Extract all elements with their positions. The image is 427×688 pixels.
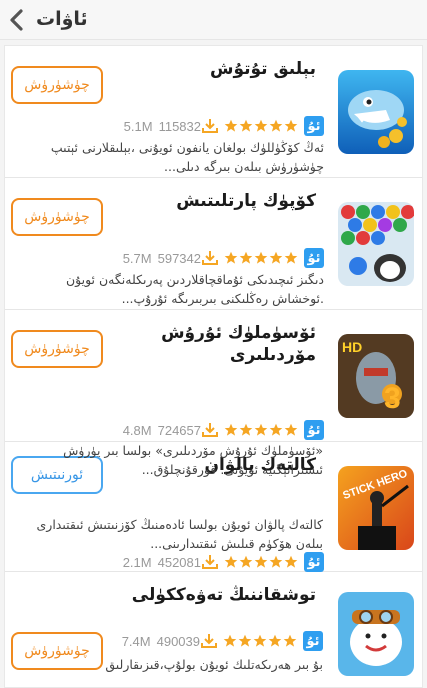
star-icon bbox=[254, 423, 268, 436]
app-icon-bubble[interactable] bbox=[338, 202, 414, 286]
list-item[interactable]: كۆپۈك پارتلىتىش 5.7M 597342 ئۇ دىگىز ئىچ… bbox=[5, 178, 422, 310]
download-count: 115832 bbox=[158, 118, 201, 134]
app-title[interactable]: توشقاننىڭ تەۋەككۈلى bbox=[116, 584, 316, 606]
app-size: 5.1M bbox=[123, 118, 153, 134]
app-icon-fish[interactable] bbox=[338, 70, 414, 154]
star-icon bbox=[284, 555, 298, 568]
app-title[interactable]: كۆپۈك پارتلىتىش bbox=[116, 190, 316, 212]
star-icon bbox=[224, 119, 238, 132]
star-icon bbox=[224, 423, 238, 436]
app-title[interactable]: كالتەك پالۋان bbox=[116, 454, 316, 476]
download-icon bbox=[202, 423, 218, 437]
app-meta: 5.1M 115832 ئۇ bbox=[124, 116, 324, 136]
download-count: 724657 bbox=[157, 422, 201, 438]
rating-stars bbox=[223, 251, 298, 265]
app-size: 4.8M bbox=[122, 422, 152, 438]
app-size: 5.7M bbox=[122, 250, 152, 266]
app-list: بېلىق تۇتۇش 5.1M 115832 ئۇ ئەڭ كۆڭۈللۈك … bbox=[4, 45, 423, 688]
app-icon-rabbit[interactable] bbox=[338, 592, 414, 676]
download-icon bbox=[202, 119, 218, 133]
back-button[interactable] bbox=[4, 7, 30, 33]
download-button[interactable]: چۈشۈرۈش bbox=[11, 198, 103, 236]
star-icon bbox=[269, 555, 283, 568]
star-icon bbox=[224, 555, 238, 568]
svg-text:3: 3 bbox=[384, 382, 401, 415]
star-icon bbox=[254, 555, 268, 568]
platform-badge: ئۇ bbox=[304, 552, 324, 572]
list-item[interactable]: HD 3 ئۆسۈملۈك ئۇرۇش مۆردىلىرى 4.8M 72465… bbox=[5, 310, 422, 442]
app-meta: 2.1M 452081 ئۇ bbox=[123, 552, 324, 572]
download-count: 452081 bbox=[157, 554, 201, 570]
platform-badge: ئۇ bbox=[304, 116, 324, 136]
star-icon bbox=[239, 251, 253, 264]
list-item[interactable]: بېلىق تۇتۇش 5.1M 115832 ئۇ ئەڭ كۆڭۈللۈك … bbox=[5, 46, 422, 178]
app-title[interactable]: بېلىق تۇتۇش bbox=[116, 58, 316, 80]
app-size: 2.1M bbox=[122, 554, 152, 570]
app-title[interactable]: ئۆسۈملۈك ئۇرۇش مۆردىلىرى bbox=[106, 322, 316, 366]
rating-stars bbox=[223, 119, 298, 133]
platform-badge: ئۇ bbox=[304, 420, 324, 440]
star-icon bbox=[284, 119, 298, 132]
download-button[interactable]: چۈشۈرۈش bbox=[11, 66, 103, 104]
download-count: 597342 bbox=[157, 250, 201, 266]
star-icon bbox=[269, 119, 283, 132]
app-header: ئاۋات bbox=[0, 0, 427, 40]
star-icon bbox=[239, 119, 253, 132]
app-meta: 4.8M 724657 ئۇ bbox=[123, 420, 324, 440]
star-icon bbox=[269, 251, 283, 264]
download-button[interactable]: چۈشۈرۈش bbox=[11, 632, 103, 670]
list-item[interactable]: STICK HERO كالتەك پالۋان 2.1M 452081 ئۇ … bbox=[5, 442, 422, 572]
svg-text:HD: HD bbox=[342, 339, 362, 355]
app-description: ئەڭ كۆڭۈللۈك بولغان يانفون ئويۇنى ،بېلىق… bbox=[50, 140, 324, 174]
star-icon bbox=[254, 251, 268, 264]
rating-stars bbox=[223, 423, 298, 437]
star-icon bbox=[269, 423, 283, 436]
download-button[interactable]: چۈشۈرۈش bbox=[11, 330, 103, 368]
app-description: دىگىز ئىچىدىكى ئۇماقچاقلاردىن پەرىكلەنگە… bbox=[65, 272, 324, 306]
page-title: ئاۋات bbox=[36, 8, 88, 30]
star-icon bbox=[284, 251, 298, 264]
app-icon-plants[interactable]: HD 3 bbox=[338, 334, 414, 418]
star-icon bbox=[224, 251, 238, 264]
star-icon bbox=[284, 423, 298, 436]
app-meta: 5.7M 597342 ئۇ bbox=[123, 248, 324, 268]
list-item[interactable]: توشقاننىڭ تەۋەككۈلى چۈشۈرۈش bbox=[5, 572, 422, 687]
app-icon-stick-hero[interactable]: STICK HERO bbox=[338, 466, 414, 550]
star-icon bbox=[254, 119, 268, 132]
download-icon bbox=[202, 251, 218, 265]
download-icon bbox=[202, 555, 218, 569]
chevron-left-icon bbox=[10, 9, 23, 31]
rating-stars bbox=[223, 555, 298, 569]
install-button[interactable]: ئورنىتىش bbox=[11, 456, 103, 494]
platform-badge: ئۇ bbox=[304, 248, 324, 268]
star-icon bbox=[239, 555, 253, 568]
star-icon bbox=[239, 423, 253, 436]
